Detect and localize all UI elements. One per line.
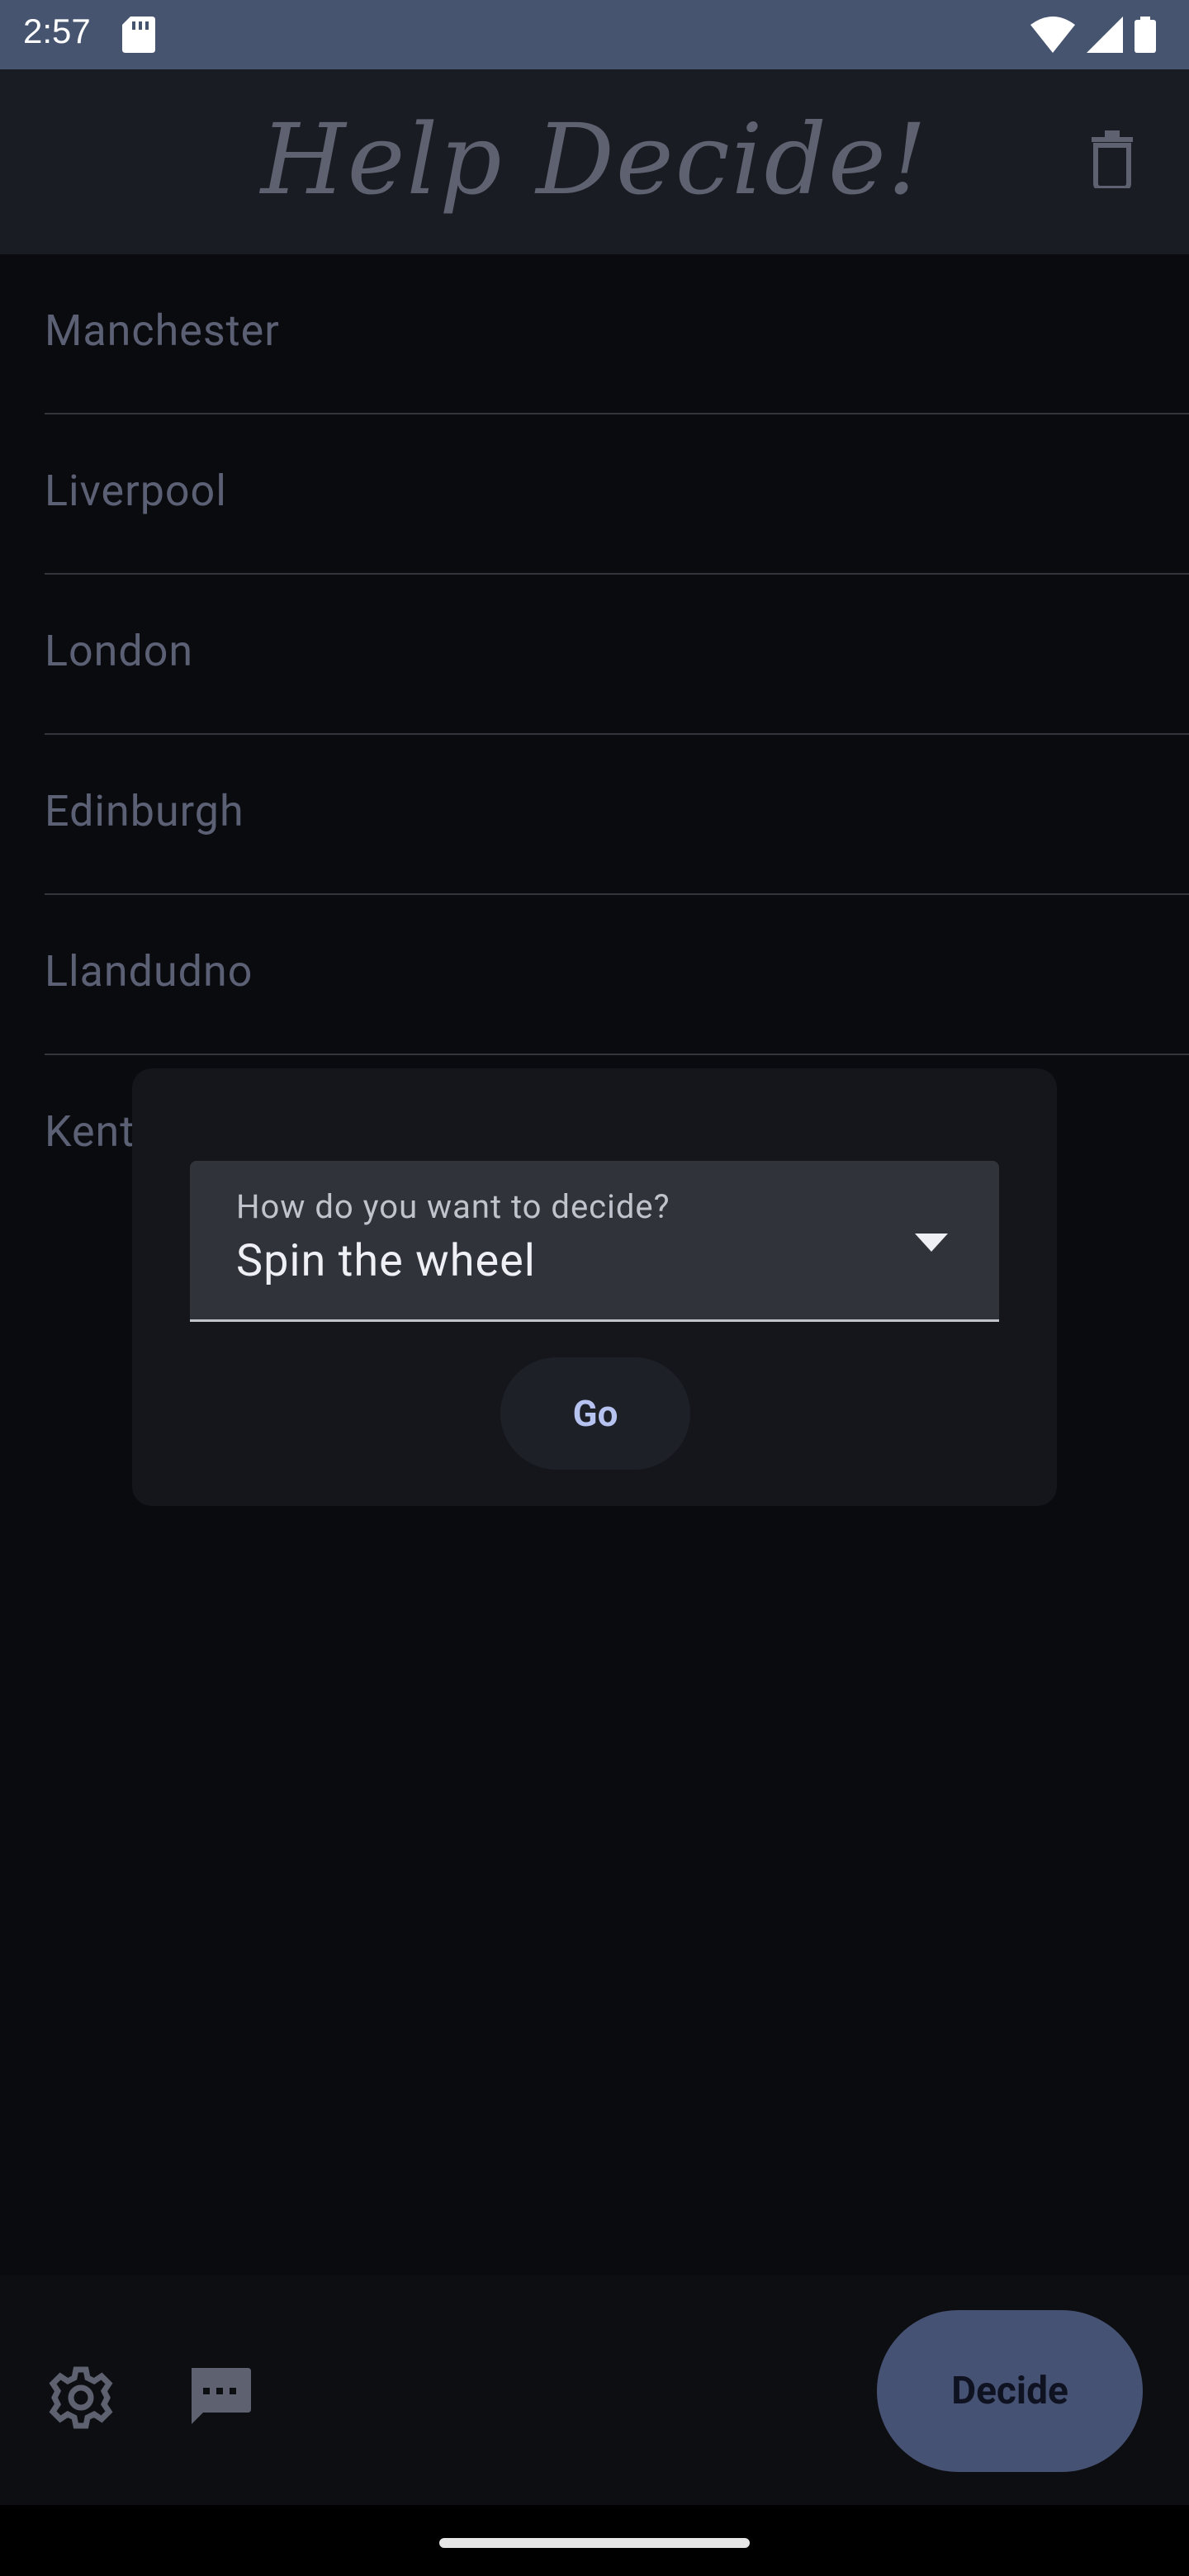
sd-card-icon: [122, 17, 155, 53]
list-item-label: Edinburgh: [45, 786, 244, 836]
signal-icon: [1087, 17, 1123, 53]
select-label: How do you want to decide?: [236, 1187, 670, 1226]
list-item[interactable]: Llandudno: [45, 895, 1189, 1055]
app-title: Help Decide!: [260, 102, 929, 216]
wifi-icon: [1030, 17, 1075, 53]
list-item-label: Liverpool: [45, 466, 227, 516]
app-bar: Help Decide!: [0, 69, 1189, 254]
list-item[interactable]: Manchester: [45, 254, 1189, 414]
bottom-bar: Decide: [0, 2275, 1189, 2505]
list-item[interactable]: London: [45, 575, 1189, 735]
status-time: 2:57: [23, 12, 91, 50]
list-item-label: Llandudno: [45, 946, 253, 997]
settings-icon[interactable]: [48, 2365, 114, 2431]
delete-icon[interactable]: [1092, 130, 1133, 188]
status-bar: 2:57: [0, 0, 1189, 69]
decide-button[interactable]: Decide: [877, 2310, 1143, 2472]
message-icon[interactable]: [187, 2363, 253, 2429]
home-gesture-handle[interactable]: [439, 2538, 750, 2548]
go-button[interactable]: Go: [500, 1357, 690, 1470]
list-item[interactable]: Edinburgh: [45, 735, 1189, 895]
list-item-label: Kent: [45, 1106, 135, 1157]
battery-icon: [1135, 17, 1156, 53]
navigation-bar: [0, 2505, 1189, 2576]
select-value: Spin the wheel: [236, 1235, 536, 1287]
decide-dialog: How do you want to decide? Spin the whee…: [132, 1068, 1057, 1506]
dropdown-arrow-icon[interactable]: [915, 1234, 948, 1252]
list-item-label: London: [45, 626, 194, 676]
list-item-label: Manchester: [45, 305, 280, 356]
decision-method-select[interactable]: How do you want to decide? Spin the whee…: [190, 1161, 999, 1322]
list-item[interactable]: Liverpool: [45, 414, 1189, 575]
status-icons: [1030, 17, 1156, 53]
